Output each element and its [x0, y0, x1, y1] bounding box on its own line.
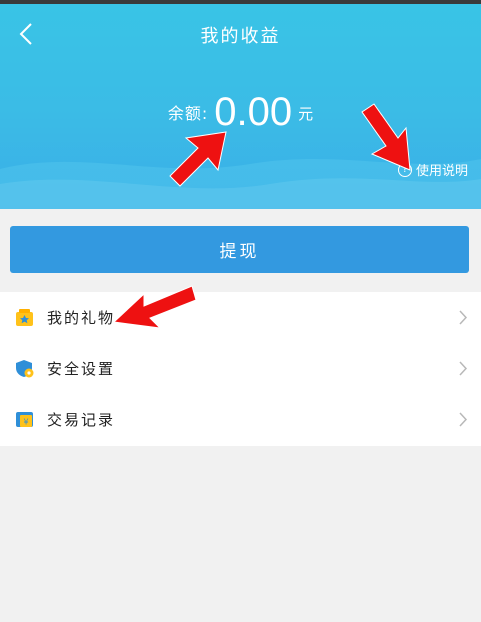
annotation-arrow-icon: [112, 285, 197, 329]
menu-item-label: 安全设置: [47, 360, 116, 378]
withdraw-button[interactable]: 提现: [10, 226, 469, 273]
menu-item-transactions[interactable]: ¥ 交易记录: [0, 394, 481, 445]
menu-item-security[interactable]: 安全设置: [0, 343, 481, 394]
chevron-right-icon: [459, 361, 467, 376]
gift-icon: [16, 309, 33, 326]
annotation-arrow-icon: [361, 103, 411, 171]
chevron-right-icon: [459, 412, 467, 427]
chevron-right-icon: [459, 310, 467, 325]
menu-item-label: 我的礼物: [47, 309, 116, 327]
balance-unit: 元: [298, 105, 314, 123]
settings-menu: 我的礼物 安全设置 ¥ 交易记录: [0, 292, 481, 446]
svg-text:¥: ¥: [23, 418, 28, 427]
transaction-record-icon: ¥: [16, 412, 33, 427]
menu-item-gifts[interactable]: 我的礼物: [0, 292, 481, 343]
usage-instructions-label: 使用说明: [415, 164, 468, 179]
balance-label: 余额:: [167, 104, 209, 123]
shield-icon: [16, 360, 34, 378]
annotation-arrow-icon: [169, 131, 227, 187]
page-title: 我的收益: [200, 26, 281, 47]
menu-item-label: 交易记录: [47, 411, 116, 429]
